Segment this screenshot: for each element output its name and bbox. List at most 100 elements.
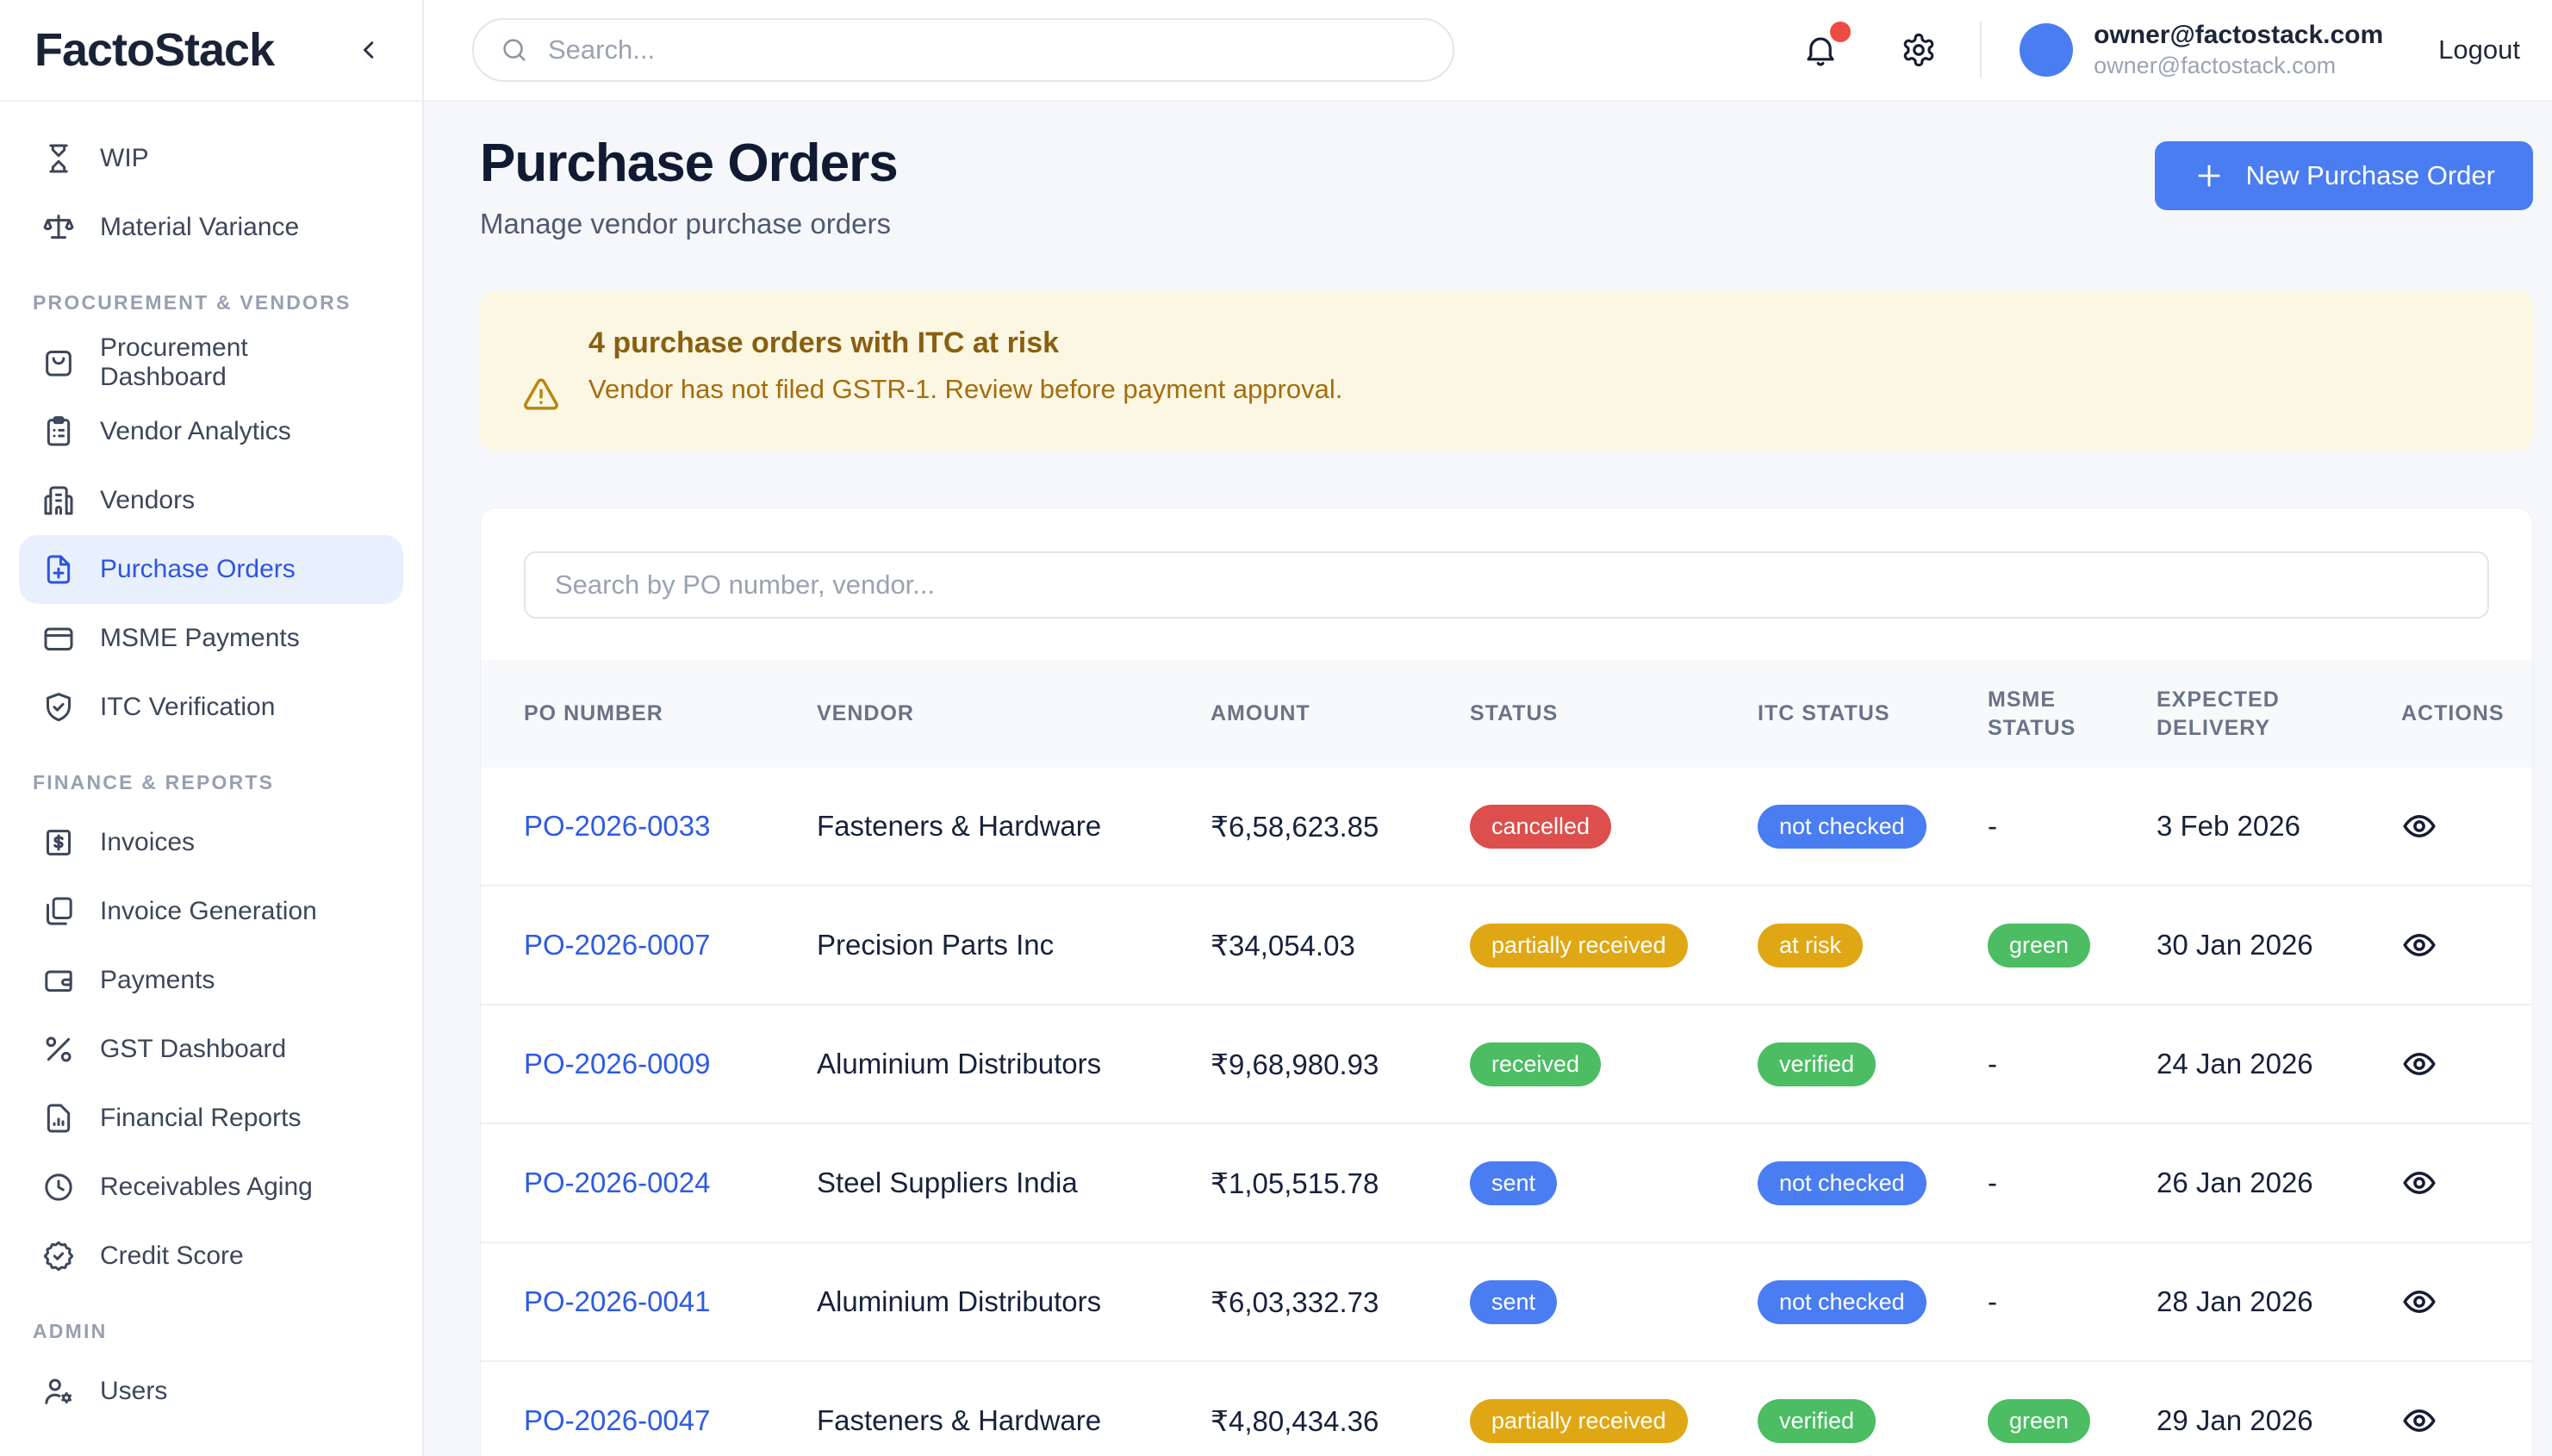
vendor-cell: Aluminium Distributors	[817, 1048, 1211, 1080]
scale-icon	[41, 210, 76, 245]
eye-icon	[2401, 1046, 2437, 1082]
sidebar-section-procurement: PROCUREMENT & VENDORS	[33, 291, 403, 314]
new-purchase-order-label: New Purchase Order	[2246, 160, 2495, 191]
amount-cell: ₹9,68,980.93	[1211, 1048, 1470, 1081]
vendor-cell: Precision Parts Inc	[817, 929, 1211, 961]
hourglass-icon	[41, 141, 76, 176]
notifications-button[interactable]	[1802, 32, 1839, 68]
po-number-link[interactable]: PO-2026-0007	[524, 929, 710, 961]
user-info: owner@factostack.com owner@factostack.co…	[2094, 19, 2383, 80]
page-subtitle: Manage vendor purchase orders	[480, 208, 898, 240]
po-number-link[interactable]: PO-2026-0033	[524, 810, 710, 842]
content: Purchase Orders Manage vendor purchase o…	[424, 102, 2552, 1456]
sidebar-item-label: Vendors	[100, 486, 195, 515]
view-button[interactable]	[2401, 1046, 2437, 1082]
col-msme-status: MSME STATUS	[1988, 686, 2157, 742]
banner-title: 4 purchase orders with ITC at risk	[588, 327, 1342, 360]
po-number-link[interactable]: PO-2026-0047	[524, 1404, 710, 1436]
vendor-cell: Fasteners & Hardware	[817, 810, 1211, 843]
vendor-cell: Aluminium Distributors	[817, 1285, 1211, 1318]
sidebar-item-financial-reports[interactable]: Financial Reports	[19, 1084, 403, 1153]
po-search-input[interactable]	[524, 551, 2489, 619]
sidebar-item-label: Material Variance	[100, 213, 299, 242]
col-vendor: VENDOR	[817, 700, 1211, 728]
sidebar-item-label: Receivables Aging	[100, 1173, 313, 1202]
logout-button[interactable]: Logout	[2438, 34, 2520, 65]
sidebar-item-users[interactable]: Users	[19, 1357, 403, 1426]
po-number-link[interactable]: PO-2026-0009	[524, 1048, 710, 1080]
amount-cell: ₹6,58,623.85	[1211, 810, 1470, 843]
sidebar: FactoStack WIP Material Variance PROCURE…	[0, 0, 424, 1456]
table-row: PO-2026-0033 Fasteners & Hardware ₹6,58,…	[481, 768, 2532, 887]
app-logo: FactoStack	[34, 23, 274, 77]
vendor-cell: Steel Suppliers India	[817, 1167, 1211, 1199]
clock-icon	[41, 1170, 76, 1204]
sidebar-item-credit-score[interactable]: Credit Score	[19, 1222, 403, 1291]
table-header: PO NUMBER VENDOR AMOUNT STATUS ITC STATU…	[481, 660, 2532, 768]
itc-status-badge: verified	[1758, 1399, 1876, 1443]
sidebar-item-itc-verification[interactable]: ITC Verification	[19, 673, 403, 742]
col-po-number: PO NUMBER	[524, 700, 817, 728]
eye-icon	[2401, 808, 2437, 844]
status-badge: cancelled	[1470, 805, 1611, 849]
sidebar-item-label: Purchase Orders	[100, 555, 296, 584]
global-search	[472, 18, 1454, 82]
view-button[interactable]	[2401, 1165, 2437, 1201]
global-search-input[interactable]	[548, 34, 1427, 65]
amount-cell: ₹6,03,332.73	[1211, 1285, 1470, 1319]
eye-icon	[2401, 1403, 2437, 1439]
sidebar-item-label: ITC Verification	[100, 693, 275, 722]
sidebar-item-procurement-dashboard[interactable]: Procurement Dashboard	[19, 328, 403, 397]
view-button[interactable]	[2401, 1403, 2437, 1439]
itc-status-badge: verified	[1758, 1042, 1876, 1086]
po-number-link[interactable]: PO-2026-0041	[524, 1285, 710, 1317]
view-button[interactable]	[2401, 1284, 2437, 1320]
topbar: owner@factostack.com owner@factostack.co…	[424, 0, 2552, 102]
msme-status-cell: -	[1988, 1048, 2157, 1080]
badge-check-icon	[41, 1239, 76, 1273]
file-chart-icon	[41, 1101, 76, 1136]
sidebar-item-invoice-generation[interactable]: Invoice Generation	[19, 877, 403, 946]
delivery-cell: 30 Jan 2026	[2157, 929, 2401, 961]
shopping-bag-icon	[41, 345, 76, 380]
sidebar-item-invoices[interactable]: Invoices	[19, 808, 403, 877]
sidebar-item-label: Payments	[100, 966, 215, 995]
sidebar-item-msme-payments[interactable]: MSME Payments	[19, 604, 403, 673]
sidebar-collapse-button[interactable]	[353, 34, 384, 65]
status-badge: received	[1470, 1042, 1601, 1086]
view-button[interactable]	[2401, 808, 2437, 844]
table-row: PO-2026-0024 Steel Suppliers India ₹1,05…	[481, 1124, 2532, 1243]
receipt-icon	[41, 825, 76, 860]
sidebar-item-gst-dashboard[interactable]: GST Dashboard	[19, 1015, 403, 1084]
view-button[interactable]	[2401, 927, 2437, 963]
avatar[interactable]	[2020, 23, 2073, 77]
table-row: PO-2026-0047 Fasteners & Hardware ₹4,80,…	[481, 1362, 2532, 1456]
sidebar-item-receivables-aging[interactable]: Receivables Aging	[19, 1153, 403, 1222]
sidebar-item-wip[interactable]: WIP	[19, 124, 403, 193]
vendor-cell: Fasteners & Hardware	[817, 1404, 1211, 1437]
col-expected-delivery: EXPECTED DELIVERY	[2157, 686, 2401, 742]
sidebar-item-vendors[interactable]: Vendors	[19, 466, 403, 535]
banner-message: Vendor has not filed GSTR-1. Review befo…	[588, 374, 1342, 405]
delivery-cell: 28 Jan 2026	[2157, 1285, 2401, 1318]
delivery-cell: 26 Jan 2026	[2157, 1167, 2401, 1199]
sidebar-item-label: MSME Payments	[100, 624, 300, 653]
po-number-link[interactable]: PO-2026-0024	[524, 1167, 710, 1198]
delivery-cell: 3 Feb 2026	[2157, 810, 2401, 843]
amount-cell: ₹4,80,434.36	[1211, 1404, 1470, 1438]
itc-status-badge: at risk	[1758, 924, 1863, 968]
settings-button[interactable]	[1901, 32, 1937, 68]
sidebar-item-purchase-orders[interactable]: Purchase Orders	[19, 535, 403, 604]
eye-icon	[2401, 927, 2437, 963]
delivery-cell: 24 Jan 2026	[2157, 1048, 2401, 1080]
sidebar-item-material-variance[interactable]: Material Variance	[19, 193, 403, 262]
sidebar-item-label: Financial Reports	[100, 1104, 301, 1133]
new-purchase-order-button[interactable]: New Purchase Order	[2155, 141, 2533, 210]
status-badge: partially received	[1470, 924, 1688, 968]
sidebar-section-finance: FINANCE & REPORTS	[33, 771, 403, 794]
amount-cell: ₹34,054.03	[1211, 929, 1470, 962]
sidebar-item-payments[interactable]: Payments	[19, 946, 403, 1015]
copy-icon	[41, 894, 76, 929]
msme-status-badge: green	[1988, 924, 2090, 968]
sidebar-item-vendor-analytics[interactable]: Vendor Analytics	[19, 397, 403, 466]
